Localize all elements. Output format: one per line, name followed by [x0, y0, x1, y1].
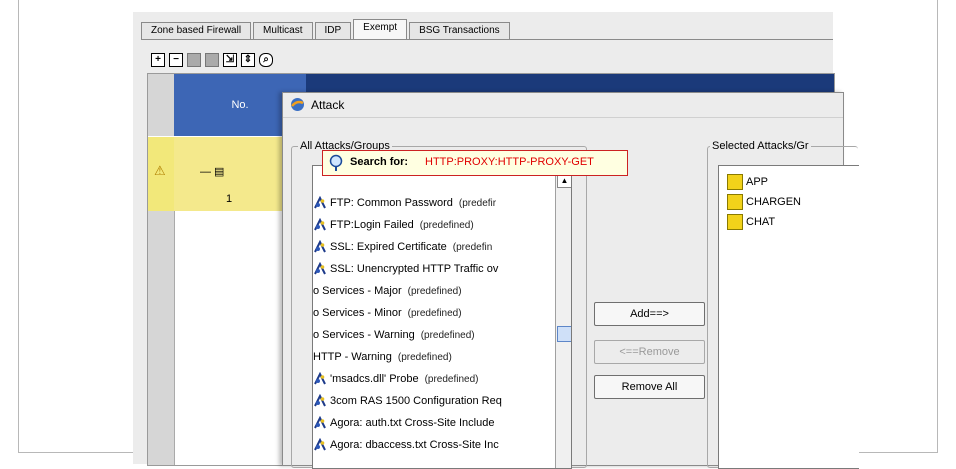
- attack-tag: (predefined): [424, 374, 479, 385]
- move-up-icon[interactable]: [187, 53, 201, 67]
- tab-multicast[interactable]: Multicast: [253, 22, 313, 39]
- dialog-title: Attack: [311, 98, 345, 112]
- tab-exempt[interactable]: Exempt: [353, 19, 408, 39]
- tab-bsg-transactions[interactable]: BSG Transactions: [409, 22, 510, 39]
- list-item[interactable]: 3com RAS 1500 Configuration Req: [313, 390, 502, 412]
- remove-button[interactable]: <==Remove: [594, 340, 705, 364]
- attack-tag: (predefined): [420, 330, 475, 341]
- attack-name: FTP: Common Password: [330, 197, 453, 209]
- list-item[interactable]: Agora: auth.txt Cross-Site Include: [313, 412, 494, 434]
- row-gutter: [148, 211, 175, 465]
- attack-tag: (predefin: [452, 242, 493, 253]
- attack-tag: (predefined): [419, 220, 474, 231]
- list-item[interactable]: SSL: Unencrypted HTTP Traffic ov: [313, 258, 498, 280]
- attack-name: o Services - Major: [313, 285, 402, 297]
- attack-list[interactable]: FTP: Common Password (predefir FTP:Login F…: [312, 165, 572, 469]
- attack-icon: [314, 240, 326, 253]
- attack-icon: [314, 438, 326, 451]
- minus-icon[interactable]: −: [169, 53, 183, 67]
- attack-tag: (predefined): [407, 308, 462, 319]
- remove-all-button[interactable]: Remove All: [594, 375, 705, 399]
- attack-dialog: Attack All Attacks/Groups FTP: Common Pa…: [282, 92, 859, 469]
- grid-header-corner: [148, 74, 175, 136]
- tab-idp[interactable]: IDP: [314, 22, 352, 39]
- grid-header-band: [306, 74, 834, 92]
- list-item[interactable]: o Services - Warning (predefined): [313, 324, 475, 346]
- list-item[interactable]: o Services - Minor (predefined): [313, 302, 462, 324]
- warning-icon: ⚠: [154, 163, 166, 178]
- list-item[interactable]: FTP:Login Failed (predefined): [313, 214, 474, 236]
- selected-list[interactable]: APP CHARGEN CHAT: [718, 165, 859, 469]
- app-logo-icon: [291, 98, 304, 111]
- toolbar: + − ⇲ ⇕ ⌕: [151, 53, 273, 67]
- attack-name: o Services - Minor: [313, 307, 402, 319]
- selected-attacks-label: Selected Attacks/Gr: [710, 140, 811, 152]
- move-down-icon[interactable]: [205, 53, 219, 67]
- list-item[interactable]: APP: [727, 172, 768, 192]
- selected-attacks-group: Selected Attacks/Gr APP CHARGEN CHAT: [707, 140, 859, 469]
- attack-name: SSL: Unencrypted HTTP Traffic ov: [330, 263, 499, 275]
- attack-group-icon: [727, 214, 743, 231]
- attack-name: Agora: dbaccess.txt Cross-Site Inc: [330, 439, 499, 451]
- search-label: Search for:: [350, 156, 409, 168]
- search-icon[interactable]: ⌕: [259, 53, 273, 67]
- scroll-thumb[interactable]: [557, 326, 571, 342]
- attack-icon: [314, 218, 326, 231]
- search-icon: [329, 154, 343, 171]
- attack-tag: (predefir: [458, 198, 497, 209]
- attack-name: HTTP - Warning: [313, 351, 392, 363]
- collapse-icon[interactable]: ⇲: [223, 53, 237, 67]
- search-value: HTTP:PROXY:HTTP-PROXY-GET: [425, 156, 594, 168]
- attack-group-icon: [727, 174, 743, 191]
- attack-name: FTP:Login Failed: [330, 219, 414, 231]
- attack-name: 'msadcs.dll' Probe: [330, 373, 419, 385]
- list-item[interactable]: 'msadcs.dll' Probe (predefined): [313, 368, 479, 390]
- attack-icon: [314, 196, 326, 209]
- list-item[interactable]: FTP: Common Password (predefir: [313, 192, 496, 214]
- attack-tag: (predefined): [397, 352, 452, 363]
- attack-name: 3com RAS 1500 Configuration Req: [330, 395, 502, 407]
- attack-list-scrollbar[interactable]: ▲: [555, 166, 571, 468]
- attack-icon: [314, 394, 326, 407]
- search-tooltip: Search for: HTTP:PROXY:HTTP-PROXY-GET: [322, 150, 628, 176]
- list-item[interactable]: o Services - Major (predefined): [313, 280, 462, 302]
- tab-divider: [141, 39, 833, 40]
- list-item[interactable]: HTTP - Warning (predefined): [313, 346, 452, 368]
- dialog-titlebar[interactable]: Attack: [283, 93, 843, 118]
- attack-name: Agora: auth.txt Cross-Site Include: [330, 417, 495, 429]
- list-item[interactable]: CHAT: [727, 212, 775, 232]
- row-number: — ▤ 1: [200, 166, 233, 205]
- list-item[interactable]: SSL: Expired Certificate (predefin: [313, 236, 492, 258]
- attack-icon: [314, 416, 326, 429]
- attack-tag: (predefined): [407, 286, 462, 297]
- list-item[interactable]: Agora: dbaccess.txt Cross-Site Inc: [313, 434, 499, 456]
- scroll-up-button[interactable]: ▲: [557, 174, 571, 188]
- add-button[interactable]: Add==>: [594, 302, 705, 326]
- tab-strip: Zone based Firewall Multicast IDP Exempt…: [141, 19, 512, 39]
- attack-icon: [314, 262, 326, 275]
- expand-icon[interactable]: ⇕: [241, 53, 255, 67]
- all-attacks-group: All Attacks/Groups FTP: Common Password(…: [291, 140, 587, 469]
- tab-zone-based-firewall[interactable]: Zone based Firewall: [141, 22, 252, 39]
- plus-icon[interactable]: +: [151, 53, 165, 67]
- attack-icon: [314, 372, 326, 385]
- attack-name: SSL: Expired Certificate: [330, 241, 447, 253]
- attack-name: o Services - Warning: [313, 329, 415, 341]
- row-warning-cell: ⚠: [148, 137, 175, 211]
- attack-group-icon: [727, 194, 743, 211]
- list-item[interactable]: CHARGEN: [727, 192, 801, 212]
